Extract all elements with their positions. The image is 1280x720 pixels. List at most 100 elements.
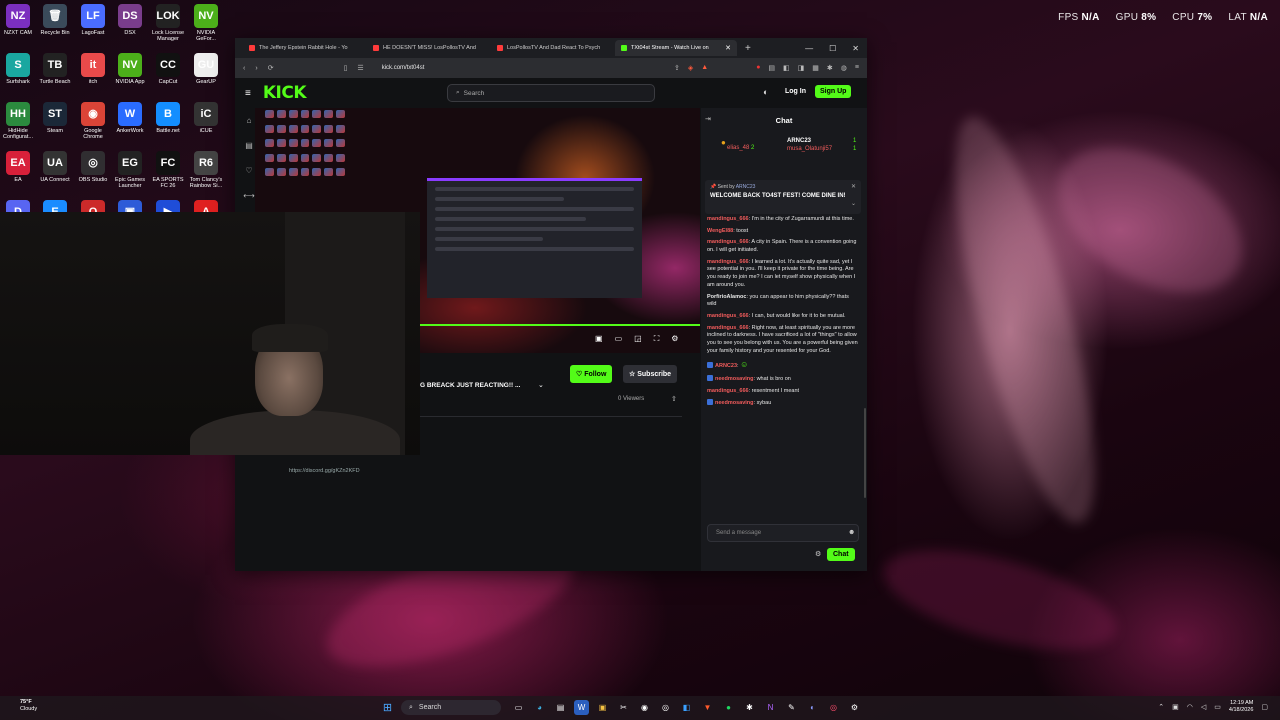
clock[interactable]: 12:19 AM 4/18/2026 xyxy=(1229,700,1253,714)
desktop-icon[interactable]: ST Steam xyxy=(36,102,74,134)
subscribe-button[interactable]: ☆ Subscribe xyxy=(623,365,678,383)
desktop-icon[interactable]: 🗑 Recycle Bin xyxy=(36,4,74,36)
explorer-icon[interactable]: ▣ xyxy=(595,700,610,715)
gear-icon[interactable]: ⚙ xyxy=(815,550,821,558)
weather-widget[interactable]: 75°F Cloudy xyxy=(20,699,37,712)
bookmark-icon[interactable]: ▯ xyxy=(344,64,348,72)
close-window-icon[interactable]: ✕ xyxy=(852,44,859,53)
browser-tab[interactable]: LosPollosTV And Dad React To Psych xyxy=(491,40,613,56)
edge-icon[interactable]: ◕ xyxy=(532,700,547,715)
desktop-icon[interactable]: iC iCUE xyxy=(187,102,225,134)
chevron-down-icon[interactable]: ⌄ xyxy=(538,381,544,389)
chat-username[interactable]: ARNC23 xyxy=(715,363,737,369)
chat-username[interactable]: PorfirioAlamoc xyxy=(707,294,746,300)
taskbar-search[interactable]: ⌕ Search xyxy=(401,700,501,715)
browser-tab[interactable]: HE DOESN'T MISS! LosPollosTV And xyxy=(367,40,489,56)
settings-icon[interactable]: ⚙ xyxy=(671,334,678,344)
hamburger-menu-icon[interactable]: ≡ xyxy=(245,88,251,99)
task-view-icon[interactable]: ▭ xyxy=(511,700,526,715)
emoji-icon[interactable]: ☻ xyxy=(848,529,855,536)
url-field[interactable]: kick.com/txt04st xyxy=(382,65,425,71)
chat-username[interactable]: needmosaving xyxy=(715,376,754,382)
minimize-icon[interactable]: — xyxy=(805,44,813,53)
theme-toggle-icon[interactable]: ◐ xyxy=(763,87,768,97)
share-icon[interactable]: ⇪ xyxy=(674,64,680,72)
desktop-icon[interactable]: NZ NZXT CAM xyxy=(0,4,37,36)
chevron-down-icon[interactable]: ⌄ xyxy=(851,200,856,207)
top-user[interactable]: musa_Olatunji57 xyxy=(787,146,832,152)
login-button[interactable]: Log In xyxy=(785,88,806,95)
nzxt-icon[interactable]: N xyxy=(763,700,778,715)
steam-icon[interactable]: ◎ xyxy=(658,700,673,715)
desktop-icon[interactable]: TB Turtle Beach xyxy=(36,53,74,85)
close-tab-icon[interactable]: ✕ xyxy=(725,44,731,52)
chat-username[interactable]: mandingus_666 xyxy=(707,313,749,319)
chat-input[interactable]: Send a message ☻ xyxy=(707,524,859,542)
extension-icon[interactable]: ▦ xyxy=(812,64,819,72)
chat-username[interactable]: mandingus_666 xyxy=(707,239,749,245)
desktop-icon[interactable]: HH HidHide Configurat... xyxy=(0,102,37,140)
unpin-icon[interactable]: ✕ xyxy=(851,183,856,190)
search-input[interactable]: ⌕ Search xyxy=(447,84,655,102)
desktop-icon[interactable]: W AnkerWork xyxy=(111,102,149,134)
desktop-icon[interactable]: B Battle.net xyxy=(149,102,187,134)
top-user[interactable]: ARNC23 xyxy=(787,138,811,144)
store-icon[interactable]: ▤ xyxy=(553,700,568,715)
vscode-icon[interactable]: ◧ xyxy=(679,700,694,715)
extension-icon[interactable]: ● xyxy=(756,64,760,72)
chat-scrollbar[interactable] xyxy=(864,408,866,498)
signup-button[interactable]: Sign Up xyxy=(815,85,852,98)
fullscreen-icon[interactable]: ⛶ xyxy=(654,334,660,344)
clip-icon[interactable]: ▣ xyxy=(595,334,603,344)
desktop-icon[interactable]: R6 Tom Clancy's Rainbow Si... xyxy=(187,151,225,189)
desktop-icon[interactable]: UA UA Connect xyxy=(36,151,74,183)
extension-icon[interactable]: ✱ xyxy=(827,64,833,72)
desktop-icon[interactable]: NV NVIDIA App xyxy=(111,53,149,85)
browser-tab-active[interactable]: TXt04st Stream - Watch Live on ✕ xyxy=(615,40,737,56)
browse-icon[interactable]: ▤ xyxy=(245,141,253,150)
chat-username[interactable]: WengEl88 xyxy=(707,228,733,234)
desktop-icon[interactable]: S Surfshark xyxy=(0,53,37,85)
following-icon[interactable]: ♡ xyxy=(245,166,252,175)
warning-icon[interactable]: ▲ xyxy=(701,64,708,72)
word-icon[interactable]: W xyxy=(574,700,589,715)
extension-icon[interactable]: ◨ xyxy=(798,64,805,72)
app-icon[interactable]: ◎ xyxy=(826,700,841,715)
site-info-icon[interactable]: ☰ xyxy=(357,64,363,72)
shield-icon[interactable]: ◈ xyxy=(688,64,693,72)
notifications-icon[interactable]: ▢ xyxy=(1261,703,1268,711)
maximize-icon[interactable]: ☐ xyxy=(829,44,836,53)
browser-tab[interactable]: The Jeffery Epstein Rabbit Hole - Yo xyxy=(243,40,365,56)
chat-username[interactable]: needmosaving xyxy=(715,400,754,406)
extension-icon[interactable]: ◧ xyxy=(783,64,790,72)
chat-username[interactable]: mandingus_666 xyxy=(707,325,749,331)
brave-icon[interactable]: ▼ xyxy=(700,700,715,715)
settings-icon[interactable]: ⚙ xyxy=(847,700,862,715)
desktop-icon[interactable]: FC EA SPORTS FC 26 xyxy=(149,151,187,189)
desktop-icon[interactable]: LF LagoFast xyxy=(74,4,112,36)
menu-icon[interactable]: ≡ xyxy=(855,64,859,72)
reload-icon[interactable]: ⟳ xyxy=(268,64,274,72)
chatgpt-icon[interactable]: ✱ xyxy=(742,700,757,715)
chat-send-button[interactable]: Chat xyxy=(827,548,855,561)
desktop-icon[interactable]: LOK Lock License Manager xyxy=(149,4,187,42)
app-icon[interactable]: ✎ xyxy=(784,700,799,715)
battery-icon[interactable]: ▭ xyxy=(1214,703,1221,711)
desktop-icon[interactable]: NV NVIDIA GeFor... xyxy=(187,4,225,42)
desktop-icon[interactable]: EA EA xyxy=(0,151,37,183)
extension-icon[interactable]: ◍ xyxy=(841,64,847,72)
video-progress-bar[interactable] xyxy=(420,324,700,326)
desktop-icon[interactable]: ◎ OBS Studio xyxy=(74,151,112,183)
desktop-icon[interactable]: DS DSX xyxy=(111,4,149,36)
chat-username[interactable]: mandingus_666 xyxy=(707,259,749,265)
follow-button[interactable]: ♡ Follow xyxy=(570,365,613,383)
home-icon[interactable]: ⌂ xyxy=(247,116,252,125)
discord-link[interactable]: https://discord.gg/gKZn2KFD xyxy=(289,468,360,474)
back-icon[interactable]: ‹ xyxy=(243,65,245,72)
tray-app-icon[interactable]: ▣ xyxy=(1172,703,1179,711)
volume-icon[interactable]: ◁ xyxy=(1201,703,1206,711)
app-icon[interactable]: ◉ xyxy=(637,700,652,715)
extension-icon[interactable]: ▤ xyxy=(768,64,775,72)
desktop-icon[interactable]: ◉ Google Chrome xyxy=(74,102,112,140)
desktop-icon[interactable]: GU GearUP xyxy=(187,53,225,85)
